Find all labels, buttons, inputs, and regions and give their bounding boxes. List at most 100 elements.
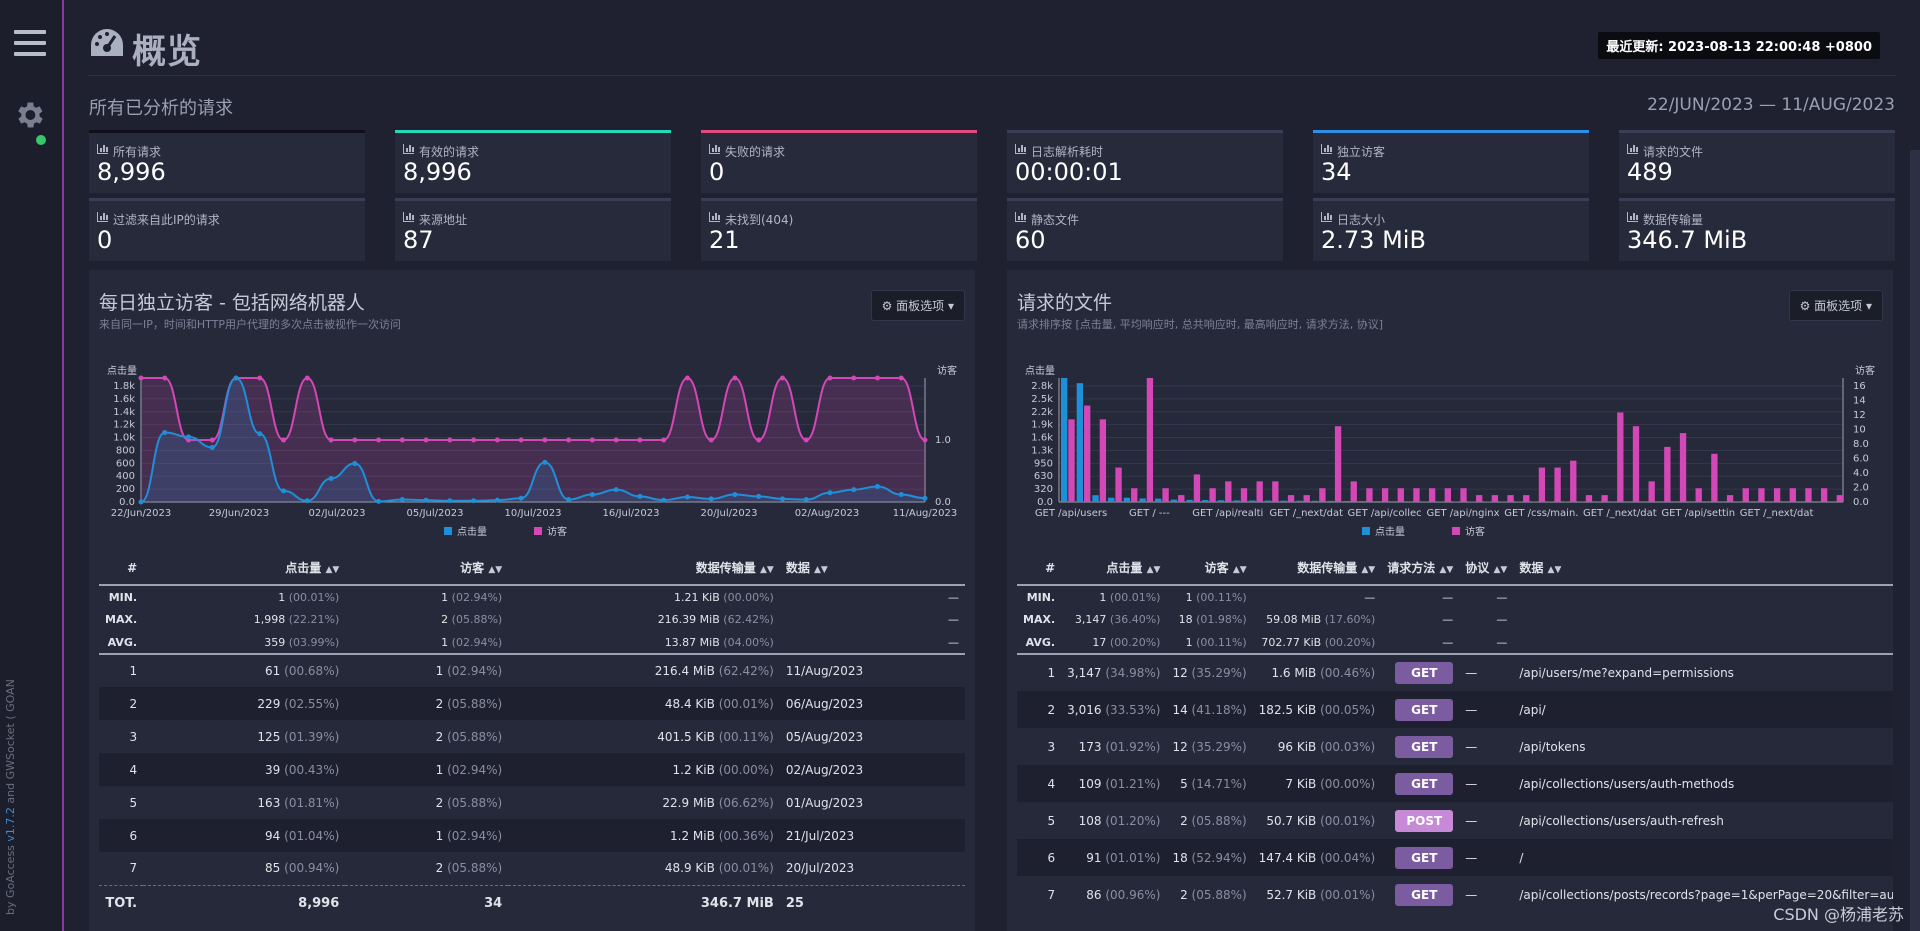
visitors-cell: 18 (01.98%)	[1178, 613, 1247, 626]
x-tick-label: 02/Aug/2023	[795, 508, 859, 519]
hits-point	[447, 498, 453, 504]
visitors-cell: 14 (41.18%)	[1166, 691, 1253, 728]
col-data[interactable]: 数据 ▲▼	[1513, 549, 1894, 586]
hits-point	[423, 497, 429, 503]
table-row[interactable]: 3 125 (01.39%) 2 (05.88%) 401.5 KiB (00.11%…	[99, 720, 965, 753]
col-protocol[interactable]: 协议 ▲▼	[1459, 549, 1514, 586]
hits-bar	[1076, 383, 1084, 502]
y-tick-label: 320	[1034, 484, 1053, 495]
panel-options-button[interactable]: ⚙ 面板选项 ▾	[870, 290, 965, 321]
table-row[interactable]: 1 3,147 (34.98%) 12 (35.29%) 1.6 MiB (00.46…	[1017, 653, 1894, 691]
table-row[interactable]: 2 229 (02.55%) 2 (05.88%) 48.4 KiB (00.01%)…	[99, 687, 965, 720]
table-row[interactable]: 6 91 (01.01%) 18 (52.94%) 147.4 KiB (00.04%…	[1017, 839, 1894, 876]
dashboard-gauge-icon	[91, 29, 123, 56]
metric-card: 请求的文件 489	[1619, 130, 1895, 193]
legend-label-visitors: 访客	[1465, 525, 1485, 538]
table-row[interactable]: 5 163 (01.81%) 2 (05.88%) 22.9 MiB (06.62%)…	[99, 786, 965, 819]
summary-label: MAX.	[1023, 613, 1056, 626]
method-cell: GET	[1381, 653, 1460, 691]
hits-point	[589, 492, 595, 498]
bar-chart-icon	[1015, 144, 1026, 154]
col-index: #	[99, 549, 144, 586]
col-bandwidth[interactable]: 数据传输量 ▲▼	[508, 549, 780, 586]
metric-value: 34	[1321, 158, 1352, 186]
metric-card: 独立访客 34	[1313, 130, 1589, 193]
page-scrollbar[interactable]	[1910, 150, 1920, 931]
hits-bar	[1061, 378, 1068, 502]
table-row[interactable]: 5 108 (01.20%) 2 (05.88%) 50.7 KiB (00.01%)…	[1017, 802, 1893, 839]
hits-bar	[1421, 501, 1428, 502]
hits-point	[304, 498, 310, 504]
table-row[interactable]: 4 39 (00.43%) 1 (02.94%) 1.2 KiB (00.00%) 02…	[99, 753, 965, 786]
table-row[interactable]: 7 85 (00.94%) 2 (05.88%) 48.9 KiB (00.01%) 2…	[99, 852, 965, 885]
visitors-cell: 1 (02.94%)	[345, 653, 509, 687]
page-header: 概览 最近更新: 2023-08-13 22:00:48 +0800	[88, 22, 1896, 76]
visitors-bar	[1381, 488, 1389, 502]
gear-icon[interactable]	[12, 98, 46, 132]
metric-value: 8,996	[403, 158, 472, 186]
metric-value: 489	[1627, 158, 1673, 186]
visitors-cell: 1 (00.11%)	[1185, 635, 1247, 649]
y-tick-label: 400	[116, 471, 135, 482]
metric-card: 所有请求 8,996	[89, 130, 365, 193]
sort-icon: ▲▼	[1493, 565, 1508, 575]
bandwidth-cell: 216.4 MiB (62.42%)	[508, 653, 780, 687]
row-index: 3	[129, 729, 138, 744]
y-tick-label: 1.9k	[1031, 420, 1053, 431]
table-row[interactable]: 3 173 (01.92%) 12 (35.29%) 96 KiB (00.03%) G…	[1017, 728, 1893, 765]
summary-label: MIN.	[108, 590, 138, 604]
hits-cell: 1 (00.01%)	[1099, 590, 1161, 604]
table-row[interactable]: 4 109 (01.21%) 5 (14.71%) 7 KiB (00.00%) GET…	[1017, 765, 1894, 802]
method-cell: GET	[1381, 728, 1459, 765]
visitors-point	[542, 437, 548, 443]
bandwidth-cell: 96 KiB (00.03%)	[1277, 739, 1376, 754]
y-tick-label: 1.6k	[113, 394, 135, 405]
metric-value: 346.7 MiB	[1627, 226, 1748, 254]
col-data[interactable]: 数据 ▲▼	[779, 549, 965, 586]
col-hits[interactable]: 点击量 ▲▼	[1061, 549, 1167, 586]
hits-point	[494, 497, 500, 503]
col-visitors[interactable]: 访客 ▲▼	[345, 549, 509, 586]
menu-icon[interactable]	[14, 30, 46, 58]
col-hits[interactable]: 点击量 ▲▼	[143, 549, 346, 586]
hits-cell: 1,998 (22.21%)	[253, 613, 340, 626]
col-bandwidth[interactable]: 数据传输量 ▲▼	[1252, 549, 1382, 586]
legend-swatch-hits	[444, 527, 452, 535]
col-method[interactable]: 请求方法 ▲▼	[1381, 549, 1460, 586]
method-cell: GET	[1381, 691, 1460, 728]
chart-svg: 点击量 访客0.03206309501.3k1.6k1.9k2.2k2.5k2.8…	[1025, 364, 1875, 538]
table-row[interactable]: 7 86 (00.96%) 2 (05.88%) 52.7 KiB (00.01%) G…	[1017, 876, 1893, 913]
protocol-cell: —	[1459, 839, 1514, 876]
hits-point	[613, 487, 619, 493]
bandwidth-cell: 346.7 MiB	[508, 884, 780, 921]
table-row[interactable]: 1 61 (00.68%) 1 (02.94%) 216.4 MiB (62.42%)…	[99, 653, 965, 687]
visitors-point	[399, 437, 405, 443]
table-row[interactable]: 2 3,016 (33.53%) 14 (41.18%) 182.5 KiB (00.…	[1017, 691, 1894, 728]
method-cell: GET	[1381, 876, 1459, 913]
hits-cell: 229 (02.55%)	[143, 687, 346, 720]
hits-bar	[1217, 500, 1225, 502]
hits-bar	[1280, 500, 1287, 502]
bar-chart-icon	[1627, 212, 1638, 222]
x-tick-label: GET /_next/dat	[1269, 508, 1343, 519]
goaccess-link[interactable]: GoAccess	[4, 845, 17, 898]
connection-status-dot	[36, 135, 46, 145]
requests-table: # 点击量 ▲▼ 访客 ▲▼ 数据传输量 ▲▼ 请求方法 ▲▼ 协议 ▲▼ 数据 ▲▼ MIN…	[1017, 549, 1894, 913]
hits-bar	[1437, 501, 1444, 502]
summary-row: MAX. 1,998 (22.21%) 2 (05.88%) 216.39 MiB (…	[99, 608, 965, 631]
panel-options-button[interactable]: ⚙ 面板选项 ▾	[1788, 290, 1883, 321]
hits-bar	[1311, 500, 1319, 502]
visitors-bar	[1742, 488, 1749, 502]
visitors-cell: 34	[345, 884, 509, 921]
legend-label-visitors: 访客	[547, 525, 567, 538]
x-tick-label: GET /api/collec	[1348, 508, 1422, 519]
visitors-bar	[1632, 426, 1640, 502]
hits-point	[471, 498, 477, 504]
visitors-bar	[1287, 495, 1295, 502]
y-tick-label: 950	[1034, 458, 1053, 469]
table-row[interactable]: 6 94 (01.04%) 1 (02.94%) 1.2 MiB (00.36%) 21…	[99, 819, 965, 852]
visitors-bar	[1084, 405, 1091, 502]
col-visitors[interactable]: 访客 ▲▼	[1166, 549, 1253, 586]
visitors-bar	[1711, 453, 1718, 502]
gwsocket-link[interactable]: GWSocket	[4, 723, 17, 779]
